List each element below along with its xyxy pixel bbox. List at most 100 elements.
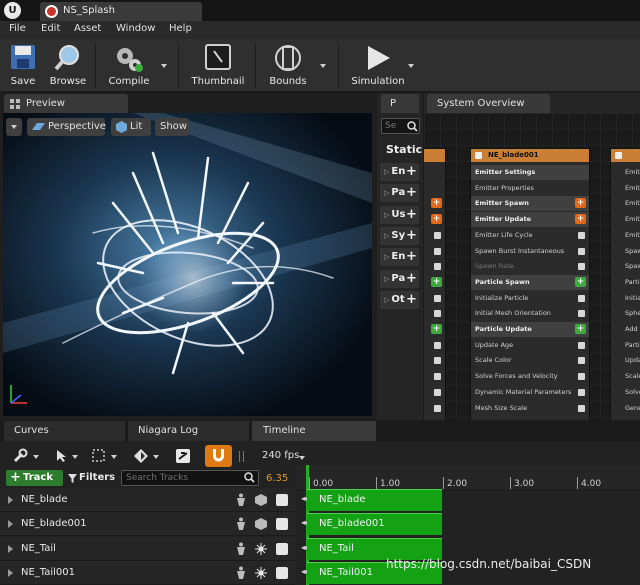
node-enable-checkbox[interactable] bbox=[475, 152, 482, 159]
left-node-row[interactable] bbox=[424, 181, 445, 196]
browse-button[interactable]: Browse bbox=[47, 39, 89, 92]
magnet-snap-button[interactable] bbox=[205, 445, 232, 467]
system-overview-tab[interactable]: System Overview bbox=[427, 94, 550, 113]
parameter-category-5[interactable]: ▷ Pa + bbox=[380, 269, 419, 288]
menu-asset[interactable]: Asset bbox=[74, 23, 101, 34]
node2-row-11[interactable]: Particl bbox=[611, 338, 640, 353]
node-row-0[interactable]: Emitter Settings bbox=[471, 165, 589, 180]
node-row-1[interactable]: Emitter Properties bbox=[471, 181, 589, 196]
left-node-row[interactable] bbox=[424, 338, 445, 353]
emitter-section-bar[interactable]: NE_blade bbox=[307, 489, 442, 511]
node-row-3[interactable]: Emitter Update + bbox=[471, 212, 589, 228]
left-node-row[interactable] bbox=[424, 416, 445, 420]
node-row-7[interactable]: Particle Spawn + bbox=[471, 274, 589, 290]
cursor-dropdown[interactable] bbox=[72, 455, 78, 459]
show-button[interactable]: Show bbox=[155, 118, 189, 136]
emitter-section-bar[interactable]: NE_blade001 bbox=[307, 513, 442, 536]
track-row[interactable]: NE_blade bbox=[0, 488, 295, 512]
node2-row-14[interactable]: Solve Fo bbox=[611, 385, 640, 400]
left-node-row[interactable] bbox=[424, 259, 445, 274]
preview-tab[interactable]: Preview bbox=[4, 94, 128, 113]
left-node-row[interactable] bbox=[424, 385, 445, 400]
thumbnail-button[interactable]: Thumbnail bbox=[188, 39, 248, 92]
time-ruler[interactable]: 0.00 1.00 2.00 3.00 4.00 bbox=[296, 465, 640, 489]
parameter-category-1[interactable]: ▷ Pa + bbox=[380, 184, 419, 203]
left-node-row[interactable]: + bbox=[424, 275, 445, 290]
node2-row-10[interactable]: Add Velo bbox=[611, 322, 640, 337]
left-node-row[interactable] bbox=[424, 353, 445, 368]
parameter-category-6[interactable]: ▷ Ot + bbox=[380, 290, 419, 309]
left-node-row[interactable] bbox=[424, 165, 445, 180]
bounds-options-dropdown[interactable] bbox=[320, 64, 326, 68]
menu-edit[interactable]: Edit bbox=[41, 23, 60, 34]
selection-box-icon[interactable] bbox=[92, 449, 105, 462]
track-row[interactable]: NE_Tail001 bbox=[0, 560, 295, 585]
node2-row-9[interactable]: Sphere L bbox=[611, 306, 640, 321]
node-row-8[interactable]: Initialize Particle bbox=[471, 291, 589, 306]
node-row-5[interactable]: Spawn Burst Instantaneous bbox=[471, 244, 589, 259]
left-node-row[interactable]: + bbox=[424, 196, 445, 211]
bounds-button[interactable]: Bounds bbox=[262, 39, 314, 92]
parameter-category-3[interactable]: ▷ Sy + bbox=[380, 226, 419, 245]
node-row-4[interactable]: Emitter Life Cycle bbox=[471, 228, 589, 243]
search-tracks-input[interactable]: Search Tracks bbox=[121, 470, 259, 486]
wrench-dropdown[interactable] bbox=[33, 455, 39, 459]
node-row-11[interactable]: Update Age bbox=[471, 338, 589, 353]
add-track-button[interactable]: + Track bbox=[6, 470, 63, 486]
system-overview-graph[interactable]: + + + + NE_blade001 Emitter Settings Emitter… bbox=[424, 113, 640, 420]
simulation-options-dropdown[interactable] bbox=[408, 64, 414, 68]
emitter-node-ne-blade001[interactable]: NE_blade001 Emitter Settings Emitter Prop… bbox=[470, 148, 590, 420]
node2-row-5[interactable]: Spawn Bu bbox=[611, 244, 640, 259]
parameter-category-2[interactable]: ▷ Us + bbox=[380, 205, 419, 224]
node2-row-8[interactable]: Initialize bbox=[611, 291, 640, 306]
node-row-16[interactable]: Add Event Handler bbox=[471, 416, 589, 420]
node2-row-15[interactable]: Generate bbox=[611, 401, 640, 416]
left-node-row[interactable] bbox=[424, 228, 445, 243]
node-row-13[interactable]: Solve Forces and Velocity bbox=[471, 369, 589, 384]
node2-row-2[interactable]: Emitter bbox=[611, 196, 640, 211]
node-row-15[interactable]: Mesh Size Scale bbox=[471, 401, 589, 416]
node-row-10[interactable]: Particle Update + bbox=[471, 322, 589, 337]
node2-row-13[interactable]: Scale Co bbox=[611, 369, 640, 384]
left-node-row[interactable] bbox=[424, 306, 445, 321]
node2-row-3[interactable]: Emitter bbox=[611, 212, 640, 227]
node2-row-1[interactable]: Emitter Pr bbox=[611, 181, 640, 196]
simulation-button[interactable]: Simulation bbox=[346, 39, 410, 92]
document-tab[interactable]: NS_Splash bbox=[40, 2, 202, 21]
tab-niagara-log[interactable]: Niagara Log bbox=[128, 421, 249, 441]
track-row[interactable]: NE_Tail bbox=[0, 536, 295, 561]
node2-row-7[interactable]: Partic bbox=[611, 275, 640, 290]
node-row-2[interactable]: Emitter Spawn + bbox=[471, 196, 589, 212]
parameters-search-input[interactable]: Se bbox=[381, 118, 420, 134]
left-node-row[interactable]: + bbox=[424, 322, 445, 337]
emitter-node-right[interactable]: EmitterEmitter PrEmitterEmitterEmitter L… bbox=[610, 148, 640, 420]
tab-curves[interactable]: Curves bbox=[4, 421, 125, 441]
preview-viewport[interactable]: Perspective Lit Show bbox=[3, 113, 372, 416]
menu-file[interactable]: File bbox=[9, 23, 26, 34]
menu-help[interactable]: Help bbox=[169, 23, 192, 34]
compile-options-dropdown[interactable] bbox=[161, 64, 167, 68]
node2-row-4[interactable]: Emitter L bbox=[611, 228, 640, 243]
node2-row-0[interactable]: Emitter bbox=[611, 165, 640, 180]
parameter-category-0[interactable]: ▷ En + bbox=[380, 163, 419, 181]
parameter-category-4[interactable]: ▷ En + bbox=[380, 248, 419, 267]
key-diamond-icon[interactable] bbox=[133, 448, 149, 464]
compile-button[interactable]: Compile bbox=[101, 39, 157, 92]
perspective-button[interactable]: Perspective bbox=[27, 118, 106, 136]
node2-row-12[interactable]: Update A bbox=[611, 353, 640, 368]
wrench-icon[interactable] bbox=[12, 448, 28, 464]
snap-icon[interactable] bbox=[175, 448, 191, 464]
track-row[interactable]: NE_blade001 bbox=[0, 512, 295, 537]
node-row-14[interactable]: Dynamic Material Parameters bbox=[471, 385, 589, 400]
left-node-row[interactable] bbox=[424, 369, 445, 384]
tab-timeline[interactable]: Timeline bbox=[252, 421, 376, 441]
left-node-row[interactable] bbox=[424, 401, 445, 416]
menu-window[interactable]: Window bbox=[116, 23, 155, 34]
save-button[interactable]: Save bbox=[3, 39, 43, 92]
key-dropdown[interactable] bbox=[153, 455, 159, 459]
left-node-row[interactable]: + bbox=[424, 212, 445, 227]
left-node-row[interactable] bbox=[424, 291, 445, 306]
lit-mode-button[interactable]: Lit bbox=[111, 118, 151, 136]
node-row-6[interactable]: Spawn Rate bbox=[471, 259, 589, 274]
filters-button[interactable]: Filters bbox=[66, 470, 119, 486]
